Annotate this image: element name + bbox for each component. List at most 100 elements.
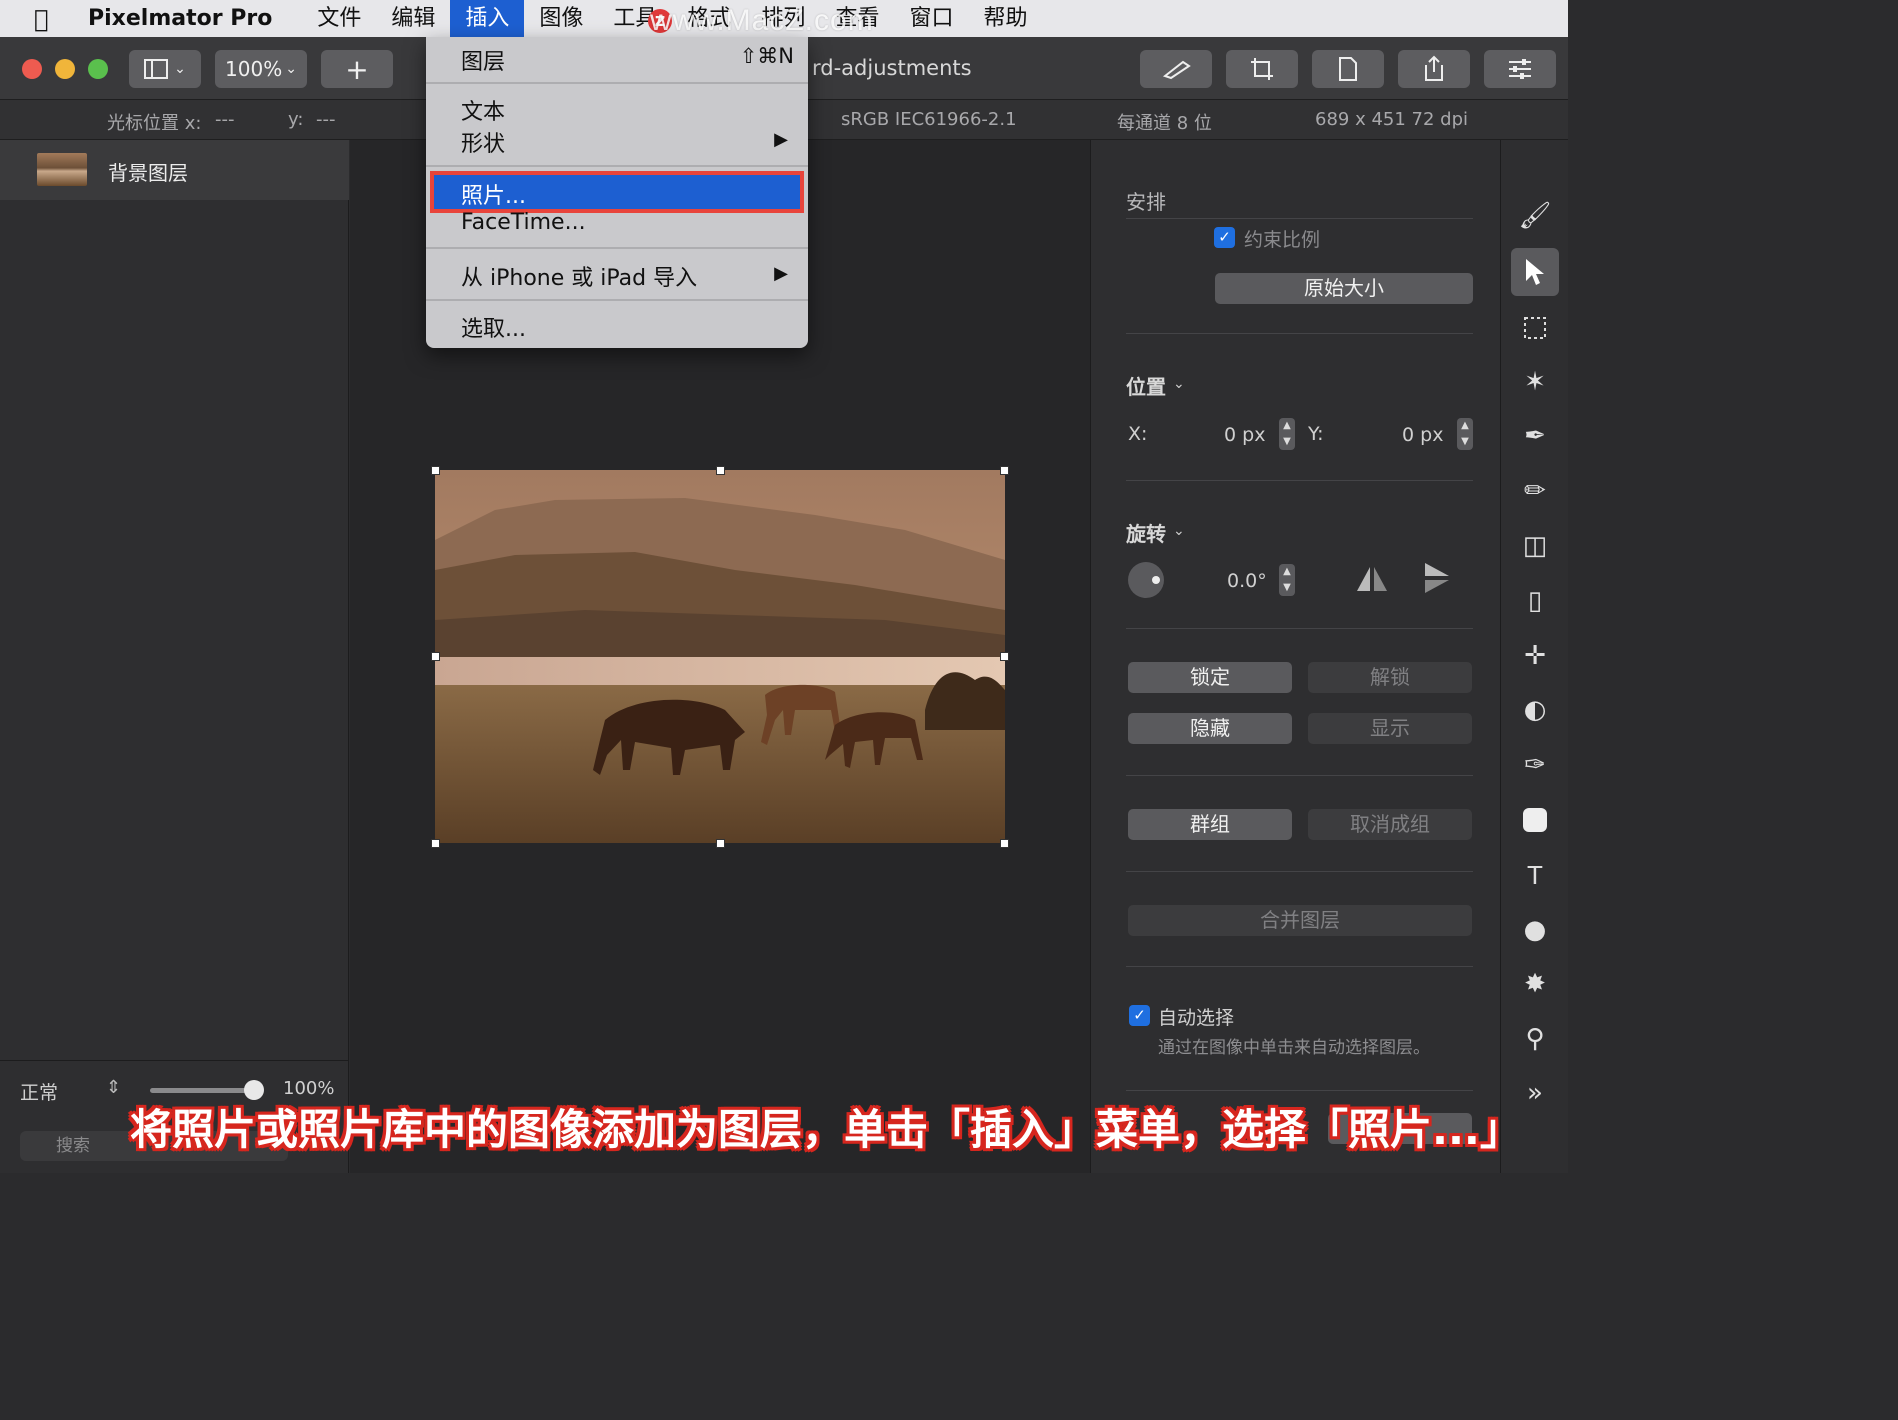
- resize-handle-top-left[interactable]: [431, 466, 440, 475]
- menu-separator: [426, 165, 808, 167]
- pen-tool-icon[interactable]: ✑: [1511, 741, 1559, 789]
- menu-item-facetime[interactable]: FaceTime...: [461, 210, 586, 235]
- rotation-dial[interactable]: [1128, 562, 1164, 598]
- tutorial-caption: 将照片或照片库中的图像添加为图层，单击「插入」菜单，选择「照片...」: [130, 1105, 1522, 1154]
- close-window-button[interactable]: [22, 59, 42, 79]
- menu-item-shape[interactable]: 形状: [461, 126, 505, 158]
- arrange-tool-icon[interactable]: [1511, 248, 1559, 296]
- distort-tool-icon[interactable]: ◐: [1511, 686, 1559, 734]
- layer-name: 背景图层: [108, 161, 188, 185]
- resize-handle-left[interactable]: [431, 652, 440, 661]
- effects-tool-icon[interactable]: ✸: [1511, 960, 1559, 1008]
- watermark: www.MacZ.com: [650, 4, 874, 37]
- x-stepper[interactable]: ▲ ▼: [1279, 418, 1295, 450]
- repair-tool-icon[interactable]: ✛: [1511, 632, 1559, 680]
- resize-handle-bottom[interactable]: [716, 839, 725, 848]
- selection-tool-icon[interactable]: [1511, 304, 1559, 352]
- flip-horizontal-icon[interactable]: [1355, 565, 1389, 593]
- rounded-square-icon: [1523, 808, 1547, 832]
- marquee-icon: [1524, 317, 1546, 339]
- resize-handle-bottom-left[interactable]: [431, 839, 440, 848]
- rotation-stepper[interactable]: ▲ ▼: [1279, 564, 1295, 596]
- divider: [1126, 966, 1473, 967]
- fill-tool-icon[interactable]: ◫: [1511, 522, 1559, 570]
- zoom-tool-icon[interactable]: ⚲: [1511, 1015, 1559, 1063]
- menu-help[interactable]: 帮助: [968, 0, 1042, 37]
- merge-layers-button[interactable]: 合并图层: [1128, 905, 1472, 936]
- menu-item-text[interactable]: 文本: [461, 94, 505, 126]
- ungroup-button[interactable]: 取消成组: [1308, 809, 1472, 840]
- submenu-arrow-icon: ▶: [774, 263, 788, 284]
- rotation-title[interactable]: 旋转: [1126, 518, 1166, 547]
- chevron-down-icon[interactable]: ⌄: [1173, 376, 1185, 392]
- shape-tool-icon[interactable]: [1511, 796, 1559, 844]
- arrange-title: 安排: [1126, 190, 1166, 214]
- resize-handle-bottom-right[interactable]: [1000, 839, 1009, 848]
- paint-tool-icon[interactable]: ✏: [1511, 467, 1559, 515]
- sidebar-toggle-button[interactable]: ⌄: [129, 50, 201, 88]
- resize-handle-right[interactable]: [1000, 652, 1009, 661]
- menu-file[interactable]: 文件: [302, 0, 376, 37]
- menu-item-layer[interactable]: 图层: [461, 44, 505, 76]
- share-icon: [1425, 55, 1443, 81]
- original-size-button[interactable]: 原始大小: [1215, 273, 1473, 304]
- group-button[interactable]: 群组: [1128, 809, 1292, 840]
- style-tool-icon[interactable]: 🖌: [1511, 192, 1559, 240]
- resize-handle-top[interactable]: [716, 466, 725, 475]
- chevron-down-icon[interactable]: ⌄: [1173, 523, 1185, 539]
- layers-sidebar: 背景图层 正常 ⇕ 100% ⚲ 搜索: [0, 140, 349, 1173]
- chevron-down-icon: ⌄: [285, 61, 297, 77]
- type-tool-icon[interactable]: T: [1511, 851, 1559, 899]
- horses-photo-image: [435, 470, 1005, 843]
- menu-edit[interactable]: 编辑: [376, 0, 450, 37]
- menu-item-choose[interactable]: 选取...: [461, 311, 526, 343]
- zoom-dropdown[interactable]: 100% ⌄: [215, 50, 307, 88]
- cursor-x-value: ---: [215, 109, 235, 130]
- color-picker-tool-icon[interactable]: ✒: [1511, 412, 1559, 460]
- auto-select-checkbox[interactable]: ✓: [1129, 1005, 1150, 1026]
- show-button[interactable]: 显示: [1308, 713, 1472, 744]
- arrange-inspector: 安排 ✓ 约束比例 原始大小 位置 ⌄ X: 0 px ▲ ▼ Y: 0 px ▲…: [1090, 140, 1500, 1173]
- resize-handle-top-right[interactable]: [1000, 466, 1009, 475]
- x-value-field[interactable]: 0 px: [1224, 424, 1265, 446]
- minimize-window-button[interactable]: [55, 59, 75, 79]
- document-button[interactable]: [1312, 50, 1384, 88]
- cursor-y-value: ---: [316, 109, 336, 130]
- erase-tool-icon[interactable]: ▯: [1511, 577, 1559, 625]
- unlock-button[interactable]: 解锁: [1308, 662, 1472, 693]
- plus-icon: +: [345, 52, 369, 86]
- quick-select-tool-icon[interactable]: ✶: [1511, 358, 1559, 406]
- rotation-value-field[interactable]: 0.0°: [1227, 570, 1267, 592]
- menu-insert[interactable]: 插入: [450, 0, 525, 37]
- auto-select-description: 通过在图像中单击来自动选择图层。: [1158, 1038, 1430, 1058]
- menu-image[interactable]: 图像: [524, 0, 598, 37]
- zoom-value: 100%: [225, 57, 283, 81]
- blend-mode-select[interactable]: 正常: [20, 1078, 58, 1105]
- y-stepper[interactable]: ▲ ▼: [1457, 418, 1473, 450]
- hide-button[interactable]: 隐藏: [1128, 713, 1292, 744]
- color-adjust-tool-icon[interactable]: ●: [1511, 906, 1559, 954]
- menu-item-import-iphone[interactable]: 从 iPhone 或 iPad 导入: [461, 260, 697, 292]
- crop-button[interactable]: [1226, 50, 1298, 88]
- lock-button[interactable]: 锁定: [1128, 662, 1292, 693]
- y-value-field[interactable]: 0 px: [1402, 424, 1443, 446]
- menu-shortcut: ⇧⌘N: [739, 44, 794, 68]
- app-name-menu[interactable]: Pixelmator Pro: [88, 6, 272, 31]
- document-icon: [1339, 57, 1357, 81]
- layer-row[interactable]: 背景图层: [0, 140, 349, 200]
- constrain-checkbox[interactable]: ✓: [1214, 227, 1235, 248]
- zoom-window-button[interactable]: [88, 59, 108, 79]
- constrain-label: 约束比例: [1244, 229, 1321, 251]
- position-title[interactable]: 位置: [1126, 371, 1166, 400]
- menu-window[interactable]: 窗口: [894, 0, 968, 37]
- menu-item-photo[interactable]: 照片...: [461, 178, 526, 210]
- flip-vertical-icon[interactable]: [1423, 561, 1451, 595]
- up-down-chevron-icon[interactable]: ⇕: [106, 1077, 121, 1098]
- add-button[interactable]: +: [321, 50, 393, 88]
- inspector-toggle-button[interactable]: [1484, 50, 1556, 88]
- apple-icon[interactable]: : [34, 5, 68, 33]
- sliders-icon: [1509, 59, 1531, 79]
- canvas-photo[interactable]: [435, 470, 1005, 843]
- share-button[interactable]: [1398, 50, 1470, 88]
- color-adjust-button[interactable]: [1140, 50, 1212, 88]
